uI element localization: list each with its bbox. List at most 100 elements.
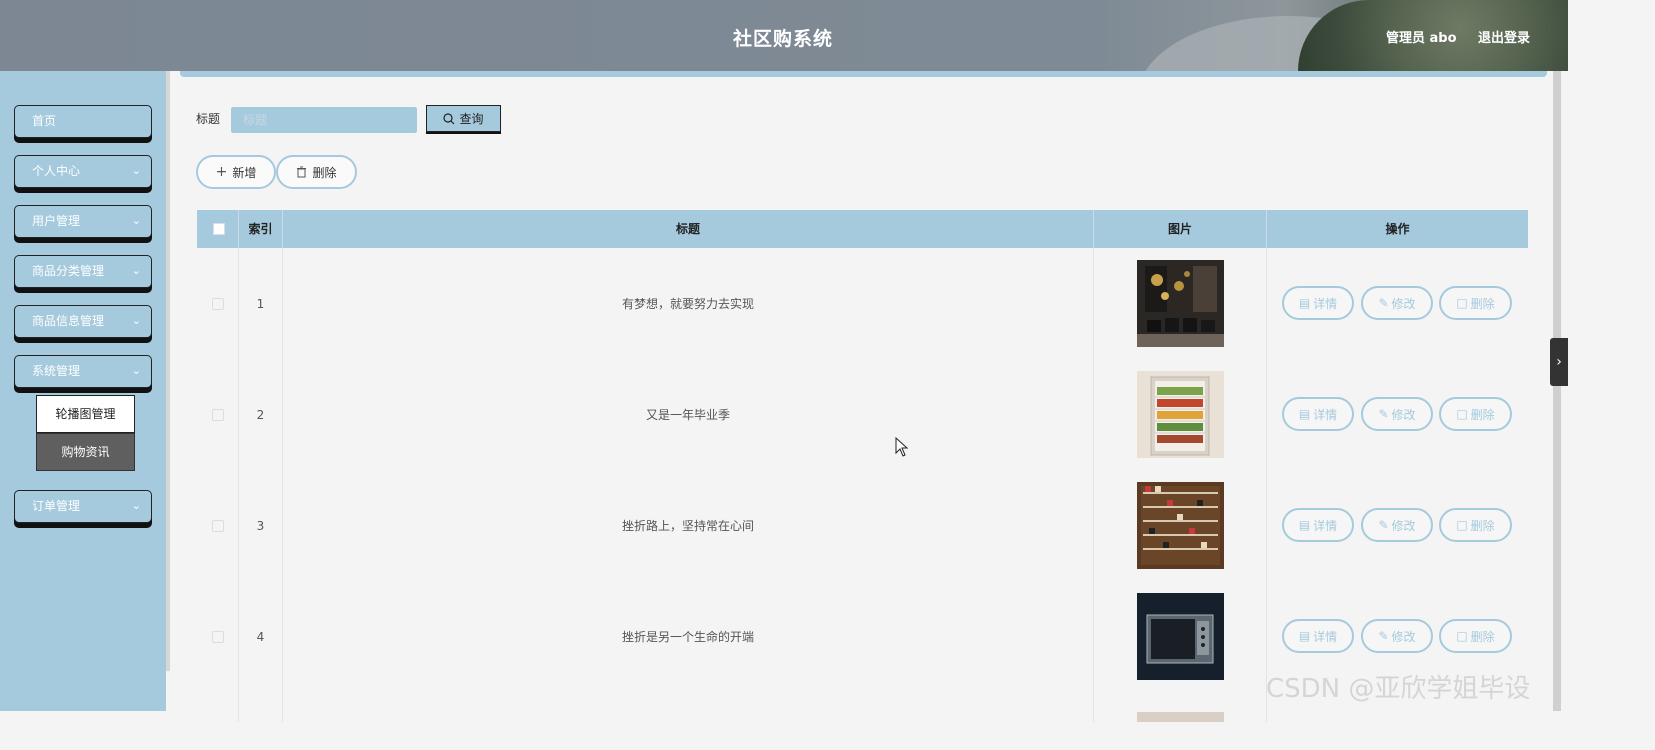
detail-button[interactable]: ▤ 详情 (1282, 508, 1354, 542)
sidebar-item-order-management[interactable]: 订单管理 ⌄ (14, 490, 152, 523)
edit-label: 修改 (1391, 407, 1416, 422)
scrollbar-thumb[interactable] (1553, 71, 1561, 711)
row-image-cell (1094, 581, 1267, 692)
row-delete-button[interactable]: □ 删除 (1439, 508, 1512, 542)
document-icon: ▤ (1298, 407, 1311, 421)
edit-button[interactable]: ✎ 修改 (1361, 397, 1433, 431)
row-delete-button[interactable]: □ 删除 (1439, 286, 1512, 320)
header-image: 图片 (1094, 210, 1267, 248)
row-checkbox[interactable] (211, 630, 224, 643)
submenu-item-shopping-news[interactable]: 购物资讯 (36, 433, 135, 471)
row-select-cell (197, 359, 239, 470)
sidebar-item-label: 首页 (32, 114, 57, 128)
row-checkbox[interactable] (211, 297, 224, 310)
sidebar-item-label: 商品信息管理 (32, 314, 105, 328)
edit-label: 修改 (1391, 518, 1416, 533)
current-user-label: 管理员 abo (1386, 31, 1457, 46)
query-button-label: 查询 (459, 112, 484, 126)
microwave-image[interactable] (1136, 593, 1224, 680)
content-top-accent (180, 71, 1547, 77)
row-index: 2 (239, 359, 283, 470)
chevron-down-icon: ⌄ (131, 314, 141, 327)
main-scrollbar[interactable] (1553, 71, 1561, 711)
sidebar-item-label: 订单管理 (32, 499, 81, 513)
search-input[interactable] (231, 107, 417, 133)
row-title: 又是一年毕业季 (283, 359, 1094, 470)
row-checkbox[interactable] (211, 408, 224, 421)
row-actions-cell: ▤ 详情 ✎ 修改 □ 删除 (1267, 359, 1528, 470)
edit-button[interactable]: ✎ 修改 (1361, 508, 1433, 542)
document-icon: ▤ (1298, 518, 1311, 532)
edit-button[interactable]: ✎ 修改 (1361, 286, 1433, 320)
sidebar-item-label: 系统管理 (32, 364, 81, 378)
black-cabinet-image[interactable] (1136, 260, 1224, 347)
submenu-item-carousel[interactable]: 轮播图管理 (36, 395, 135, 433)
query-button[interactable]: 查询 (426, 105, 501, 132)
plus-icon: + (215, 164, 228, 180)
header-select-all-cell (197, 210, 239, 248)
delete-button[interactable]: 删除 (276, 155, 357, 189)
row-delete-label: 删除 (1470, 518, 1495, 533)
sidebar-item-system-management[interactable]: 系统管理 ⌄ (14, 355, 152, 388)
add-button-label: 新增 (232, 165, 257, 180)
detail-label: 详情 (1313, 407, 1338, 422)
sidebar-item-label: 用户管理 (32, 214, 81, 228)
row-select-cell (197, 692, 239, 722)
sidebar-item-personal-center[interactable]: 个人中心 ⌄ (14, 155, 152, 188)
edit-label: 修改 (1391, 629, 1416, 644)
row-title: 有梦想，就要努力去实现 (283, 248, 1094, 359)
logout-link[interactable]: 退出登录 (1478, 27, 1530, 46)
row-select-cell (197, 470, 239, 581)
detail-button[interactable]: ▤ 详情 (1282, 397, 1354, 431)
row-image-cell (1094, 359, 1267, 470)
row-actions-cell: ▤ 详情 ✎ 修改 □ 删除 (1267, 470, 1528, 581)
detail-label: 详情 (1313, 518, 1338, 533)
top-header: 社区购系统 管理员 abo 退出登录 (0, 0, 1568, 71)
table-row: 3 挫折路上，坚持常在心间 ▤ 详情 ✎ 修改 □ 删除 (197, 470, 1528, 582)
detail-button[interactable]: ▤ 详情 (1282, 286, 1354, 320)
header-index: 索引 (239, 210, 283, 248)
select-all-checkbox[interactable] (213, 223, 225, 235)
row-index: 4 (239, 581, 283, 692)
sidebar-item-home[interactable]: 首页 (14, 105, 152, 138)
shoe-rack-image[interactable] (1136, 482, 1224, 569)
pencil-icon: ✎ (1378, 407, 1389, 421)
detail-label: 详情 (1313, 296, 1338, 311)
row-index: 1 (239, 248, 283, 359)
row-delete-label: 删除 (1470, 629, 1495, 644)
header-title: 标题 (283, 210, 1094, 248)
pencil-icon: ✎ (1378, 518, 1389, 532)
row-delete-button[interactable]: □ 删除 (1439, 619, 1512, 653)
row-select-cell (197, 248, 239, 359)
edit-label: 修改 (1391, 296, 1416, 311)
header-actions: 操作 (1385, 222, 1410, 236)
chevron-right-icon[interactable]: › (1550, 338, 1568, 386)
table-header: 索引 标题 图片 操作 (197, 210, 1528, 248)
row-index: 3 (239, 470, 283, 581)
refrigerator-image[interactable] (1136, 371, 1224, 458)
table-row: 1 有梦想，就要努力去实现 ▤ 详情 ✎ 修改 □ 删除 (197, 248, 1528, 360)
pencil-icon: ✎ (1378, 296, 1389, 310)
trash-icon (297, 166, 307, 178)
document-icon: ▤ (1298, 629, 1311, 643)
row-title: 挫折是另一个生命的开端 (283, 581, 1094, 692)
row-checkbox[interactable] (211, 519, 224, 532)
chevron-down-icon: ⌄ (131, 364, 141, 377)
edit-button[interactable]: ✎ 修改 (1361, 619, 1433, 653)
row-delete-button[interactable]: □ 删除 (1439, 397, 1512, 431)
watermark: CSDN @亚欣学姐毕设 (1266, 674, 1531, 704)
row-select-cell (197, 581, 239, 692)
search-label: 标题 (196, 112, 221, 126)
sidebar-scrollbar[interactable] (166, 71, 170, 671)
sidebar-item-category-management[interactable]: 商品分类管理 ⌄ (14, 255, 152, 288)
add-button[interactable]: + 新增 (196, 155, 276, 189)
row-index-cell (239, 692, 283, 722)
detail-button[interactable]: ▤ 详情 (1282, 619, 1354, 653)
row-image-cell (1094, 248, 1267, 359)
sidebar-item-product-management[interactable]: 商品信息管理 ⌄ (14, 305, 152, 338)
sidebar-item-user-management[interactable]: 用户管理 ⌄ (14, 205, 152, 238)
chevron-down-icon: ⌄ (131, 164, 141, 177)
trash-icon: □ (1456, 407, 1468, 421)
row-delete-label: 删除 (1470, 296, 1495, 311)
row-image-cell (1094, 692, 1267, 722)
